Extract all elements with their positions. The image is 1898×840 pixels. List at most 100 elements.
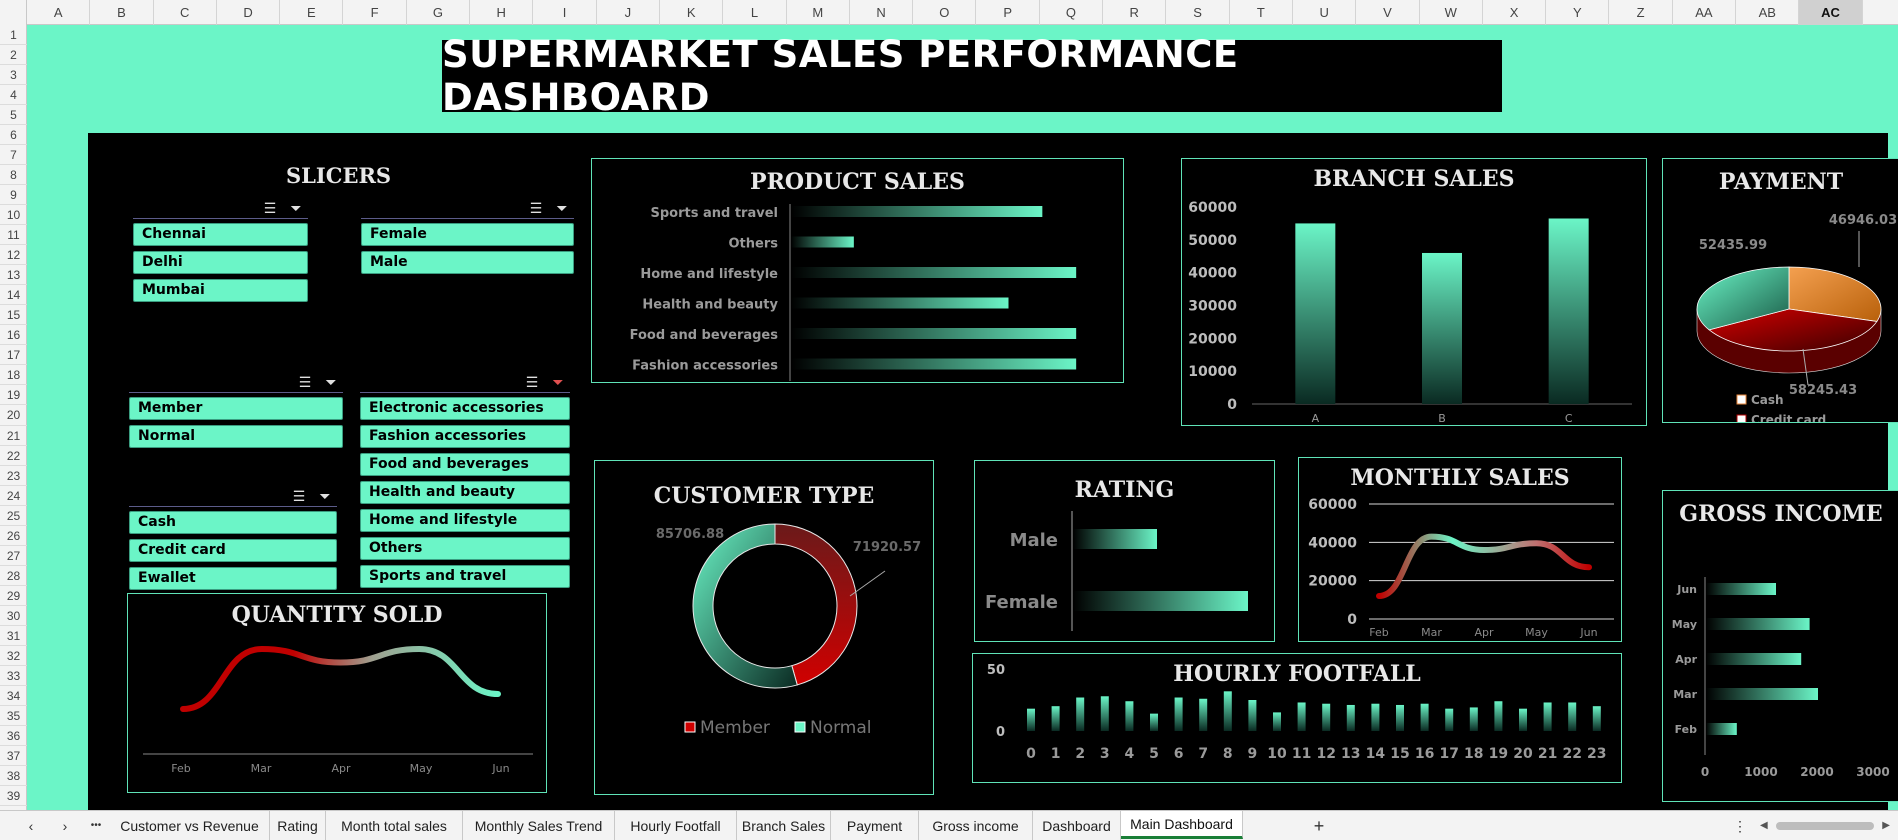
row-header-10[interactable]: 10 (0, 205, 27, 226)
row-header-35[interactable]: 35 (0, 706, 27, 726)
column-header-b[interactable]: B (90, 0, 154, 25)
row-header-23[interactable]: 23 (0, 466, 27, 486)
column-header-t[interactable]: T (1230, 0, 1293, 25)
quantity-sold-panel[interactable]: QUANTITY SOLD Feb Mar Apr May Jun (127, 593, 547, 793)
row-header-7[interactable]: 7 (0, 145, 27, 166)
row-header-34[interactable]: 34 (0, 686, 27, 706)
column-header-r[interactable]: R (1103, 0, 1167, 25)
row-header-31[interactable]: 31 (0, 626, 27, 646)
row-header-38[interactable]: 38 (0, 766, 27, 786)
row-header-4[interactable]: 4 (0, 85, 27, 106)
row-header-25[interactable]: 25 (0, 506, 27, 526)
column-header-x[interactable]: X (1483, 0, 1547, 25)
row-header-9[interactable]: 9 (0, 185, 27, 206)
slicer-item-male[interactable]: Male (361, 251, 574, 274)
row-header-21[interactable]: 21 (0, 426, 27, 446)
row-header-28[interactable]: 28 (0, 566, 27, 586)
gross-income-panel[interactable]: GROSS INCOME Jun May Apr Mar Feb 0 1000 2000 300… (1662, 490, 1898, 802)
slicer-item-health-and-beauty[interactable]: Health and beauty (360, 481, 570, 504)
row-header-39[interactable]: 39 (0, 786, 27, 806)
row-header-32[interactable]: 32 (0, 646, 27, 666)
sheet-tab[interactable]: Hourly Footfall (615, 811, 737, 840)
slicer-item-others[interactable]: Others (360, 537, 570, 560)
slicer-item-food-and-beverages[interactable]: Food and beverages (360, 453, 570, 476)
branch-sales-panel[interactable]: BRANCH SALES 60000 50000 40000 30000 20000 10… (1181, 158, 1647, 426)
sheet-tab[interactable]: Gross income (919, 811, 1033, 840)
clear-filter-icon[interactable]: ⏷ (548, 373, 568, 391)
row-header-11[interactable]: 11 (0, 225, 27, 246)
sheet-tab[interactable]: Payment (831, 811, 919, 840)
sheet-tab[interactable]: Main Dashboard (1121, 811, 1243, 839)
next-sheet-icon[interactable]: › (56, 811, 74, 840)
slicer-item-home-and-lifestyle[interactable]: Home and lifestyle (360, 509, 570, 532)
slicer-item-female[interactable]: Female (361, 223, 574, 246)
slicer-item-mumbai[interactable]: Mumbai (133, 279, 308, 302)
column-header-d[interactable]: D (217, 0, 281, 25)
slicer-item-ewallet[interactable]: Ewallet (129, 567, 337, 590)
row-header-3[interactable]: 3 (0, 65, 27, 86)
row-header-17[interactable]: 17 (0, 345, 27, 366)
monthly-sales-panel[interactable]: MONTHLY SALES 60000 40000 20000 0 Feb Mar Apr M… (1298, 457, 1622, 642)
scrollbar-thumb[interactable] (1776, 822, 1874, 830)
sheet-tab[interactable]: Branch Sales (737, 811, 831, 840)
multi-select-icon[interactable]: ☰ (526, 199, 546, 217)
row-header-15[interactable]: 15 (0, 305, 27, 326)
slicer-item-credit-card[interactable]: Credit card (129, 539, 337, 562)
multi-select-icon[interactable]: ☰ (289, 487, 309, 505)
slicer-item-chennai[interactable]: Chennai (133, 223, 308, 246)
clear-filter-icon[interactable]: ⏷ (286, 199, 306, 217)
column-header-k[interactable]: K (660, 0, 724, 25)
select-all-corner[interactable] (0, 0, 27, 25)
column-header-v[interactable]: V (1356, 0, 1420, 25)
hourly-footfall-panel[interactable]: HOURLY FOOTFALL 50 0 0 1 2 3 4 5 6 7 8 9 10 11 12 13 14 1… (972, 653, 1622, 783)
clear-filter-icon[interactable]: ⏷ (321, 373, 341, 391)
slicer-item-sports-and-travel[interactable]: Sports and travel (360, 565, 570, 588)
multi-select-icon[interactable]: ☰ (522, 373, 542, 391)
column-header-y[interactable]: Y (1546, 0, 1610, 25)
column-header-l[interactable]: L (723, 0, 787, 25)
scroll-left-icon[interactable]: ◀ (1760, 820, 1768, 831)
row-header-36[interactable]: 36 (0, 726, 27, 746)
row-header-14[interactable]: 14 (0, 285, 27, 306)
customer-type-panel[interactable]: CUSTOMER TYPE 71920.57 85706.88 Member Norm… (594, 460, 934, 795)
sheet-tab[interactable]: Month total sales (326, 811, 463, 840)
column-header-g[interactable]: G (407, 0, 471, 25)
row-header-29[interactable]: 29 (0, 586, 27, 606)
column-header-aa[interactable]: AA (1673, 0, 1737, 25)
row-header-33[interactable]: 33 (0, 666, 27, 686)
row-header-2[interactable]: 2 (0, 45, 27, 66)
rating-panel[interactable]: RATING Male Female (974, 460, 1275, 642)
slicer-item-normal[interactable]: Normal (129, 425, 343, 448)
multi-select-icon[interactable]: ☰ (295, 373, 315, 391)
row-header-1[interactable]: 1 (0, 25, 27, 46)
column-header-q[interactable]: Q (1040, 0, 1104, 25)
row-header-30[interactable]: 30 (0, 606, 27, 626)
row-header-16[interactable]: 16 (0, 325, 27, 346)
previous-sheet-icon[interactable]: ‹ (22, 811, 40, 840)
more-sheets-icon[interactable]: ••• (85, 811, 107, 840)
row-header-37[interactable]: 37 (0, 746, 27, 766)
column-header-f[interactable]: F (344, 0, 407, 25)
column-header-c[interactable]: C (154, 0, 217, 25)
column-header-ac[interactable]: AC (1799, 0, 1863, 25)
row-header-18[interactable]: 18 (0, 365, 27, 386)
column-header-p[interactable]: P (977, 0, 1040, 25)
row-header-19[interactable]: 19 (0, 385, 27, 406)
row-header-6[interactable]: 6 (0, 125, 27, 146)
slicer-item-cash[interactable]: Cash (129, 511, 337, 534)
row-header-22[interactable]: 22 (0, 446, 27, 466)
row-header-20[interactable]: 20 (0, 405, 27, 426)
column-header-n[interactable]: N (850, 0, 914, 25)
slicer-item-electronic-accessories[interactable]: Electronic accessories (360, 397, 570, 420)
row-header-26[interactable]: 26 (0, 526, 27, 546)
payment-panel[interactable]: PAYMENT 46946.03 58245.43 52435.99 Cash Cred… (1662, 158, 1898, 423)
column-header-o[interactable]: O (913, 0, 977, 25)
slicer-item-member[interactable]: Member (129, 397, 343, 420)
clear-filter-icon[interactable]: ⏷ (552, 199, 572, 217)
column-header-i[interactable]: I (533, 0, 597, 25)
clear-filter-icon[interactable]: ⏷ (315, 487, 335, 505)
column-header-ab[interactable]: AB (1736, 0, 1800, 25)
multi-select-icon[interactable]: ☰ (260, 199, 280, 217)
product-sales-panel[interactable]: PRODUCT SALES Sports and travel Others Hom… (591, 158, 1124, 383)
column-header-j[interactable]: J (597, 0, 660, 25)
